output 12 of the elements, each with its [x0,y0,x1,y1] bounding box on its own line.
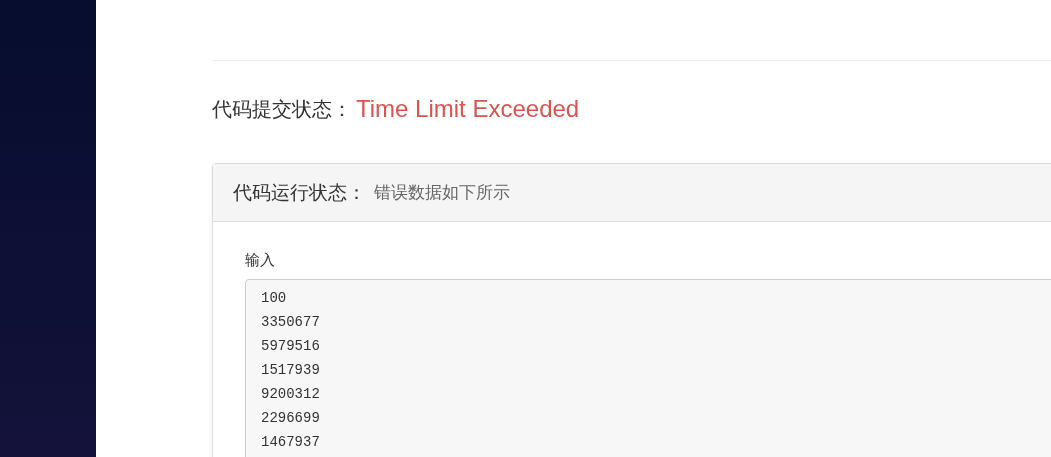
input-line: 1517939 [261,360,320,380]
submission-status-value: Time Limit Exceeded [356,94,580,124]
input-line: 2296699 [261,408,320,428]
input-line: 3350677 [261,312,320,332]
run-status-label: 代码运行状态： [233,180,366,206]
run-status-value: 错误数据如下所示 [374,180,510,204]
submission-status-label: 代码提交状态： [212,96,352,123]
input-label: 输入 [245,250,276,271]
input-line: 5979516 [261,336,320,356]
input-line: 9200312 [261,384,320,404]
input-line: 100 [261,288,287,308]
input-line: 1467937 [261,432,320,452]
